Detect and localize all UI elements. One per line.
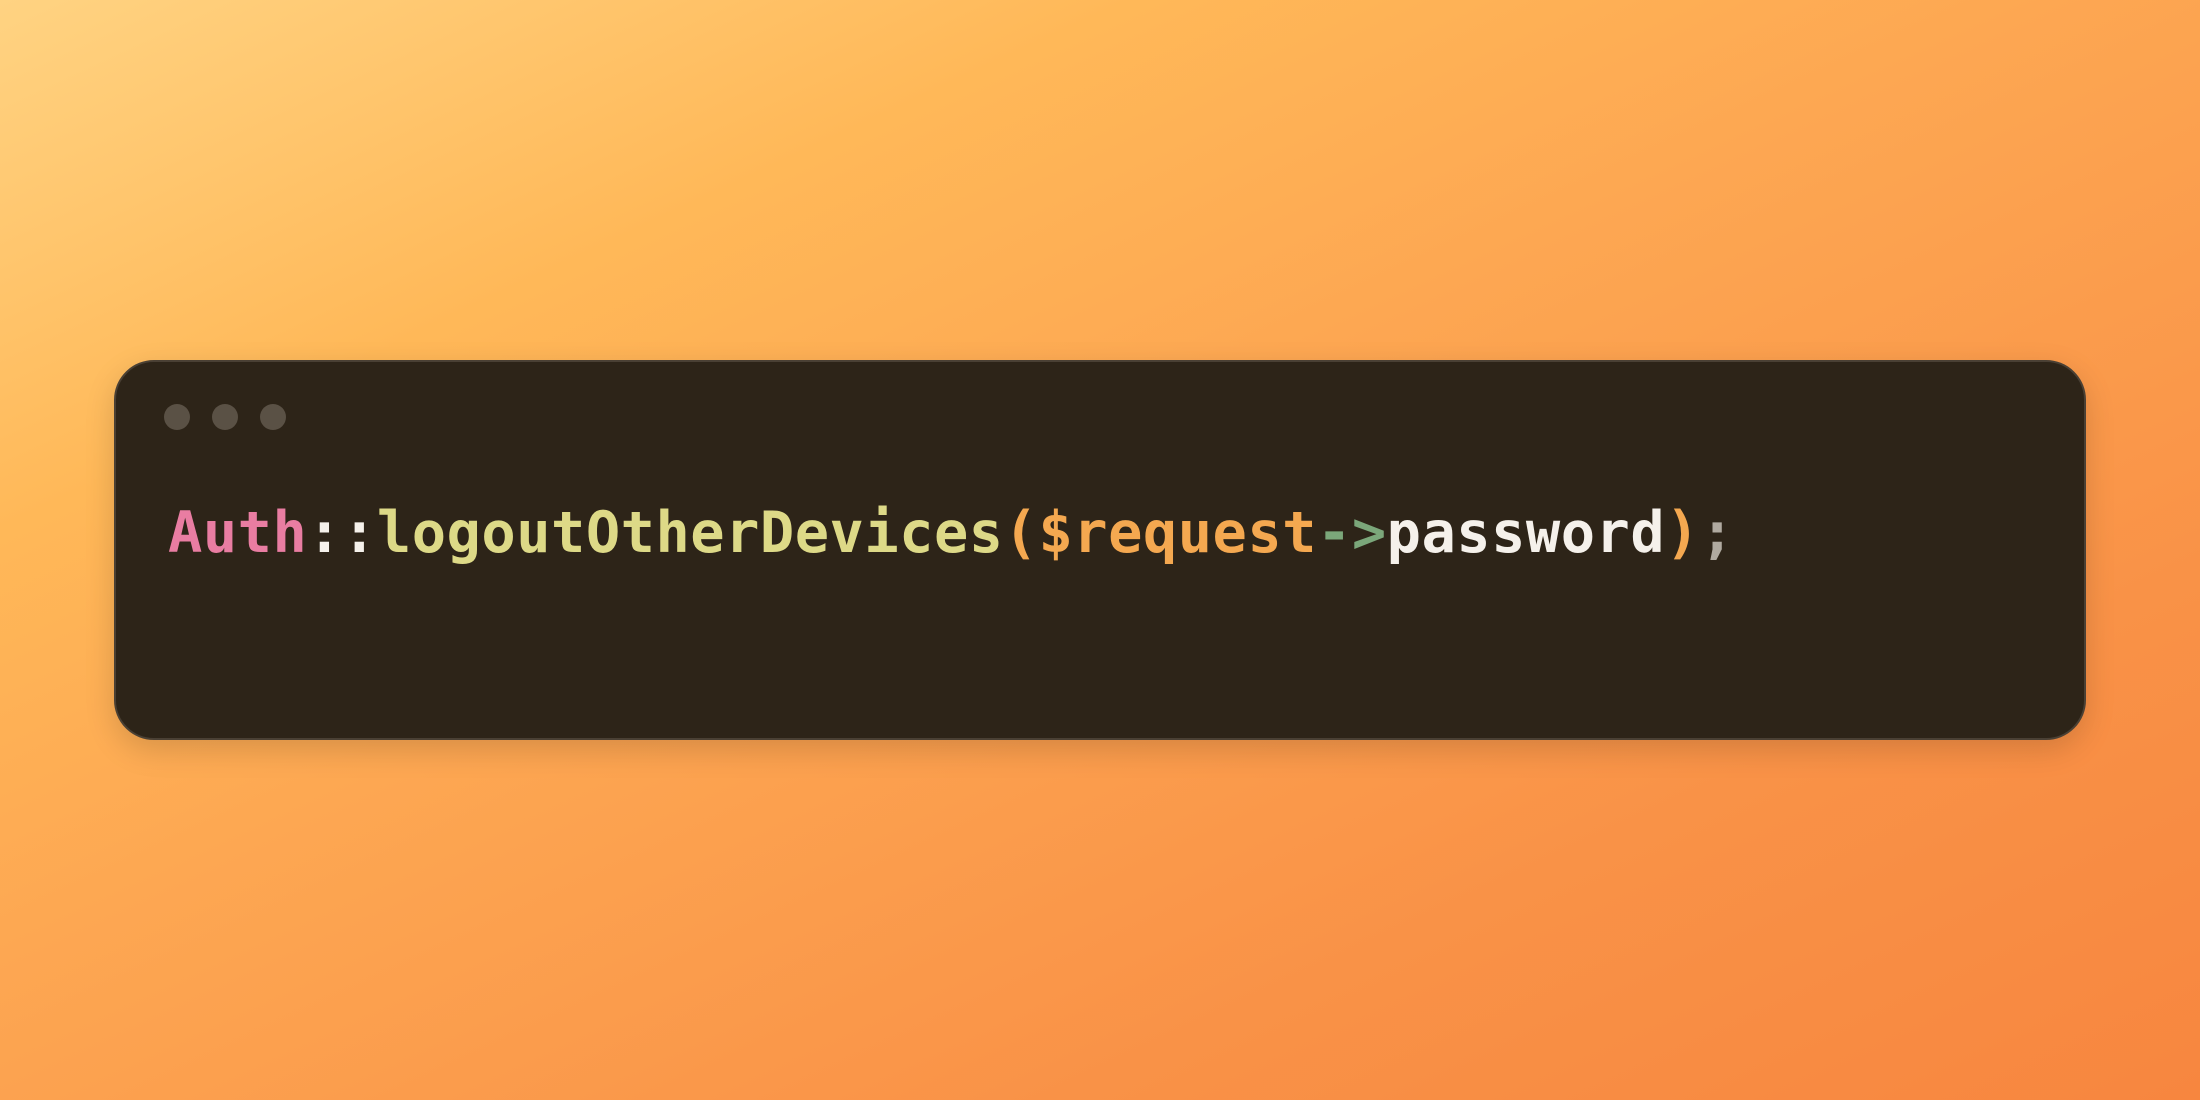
maximize-icon[interactable] xyxy=(260,404,286,430)
code-line: Auth::logoutOtherDevices($request->passw… xyxy=(164,502,2036,565)
close-icon[interactable] xyxy=(164,404,190,430)
token-paren-close: ) xyxy=(1665,500,1700,566)
code-window: Auth::logoutOtherDevices($request->passw… xyxy=(114,360,2086,740)
window-traffic-lights xyxy=(164,404,2036,430)
token-arrow: -> xyxy=(1317,500,1387,566)
token-scope-op: :: xyxy=(307,500,377,566)
token-class: Auth xyxy=(168,500,307,566)
minimize-icon[interactable] xyxy=(212,404,238,430)
token-variable: $request xyxy=(1038,500,1317,566)
token-property: password xyxy=(1387,500,1666,566)
token-method: logoutOtherDevices xyxy=(377,500,1004,566)
token-semicolon: ; xyxy=(1700,500,1735,566)
token-paren-open: ( xyxy=(1004,500,1039,566)
